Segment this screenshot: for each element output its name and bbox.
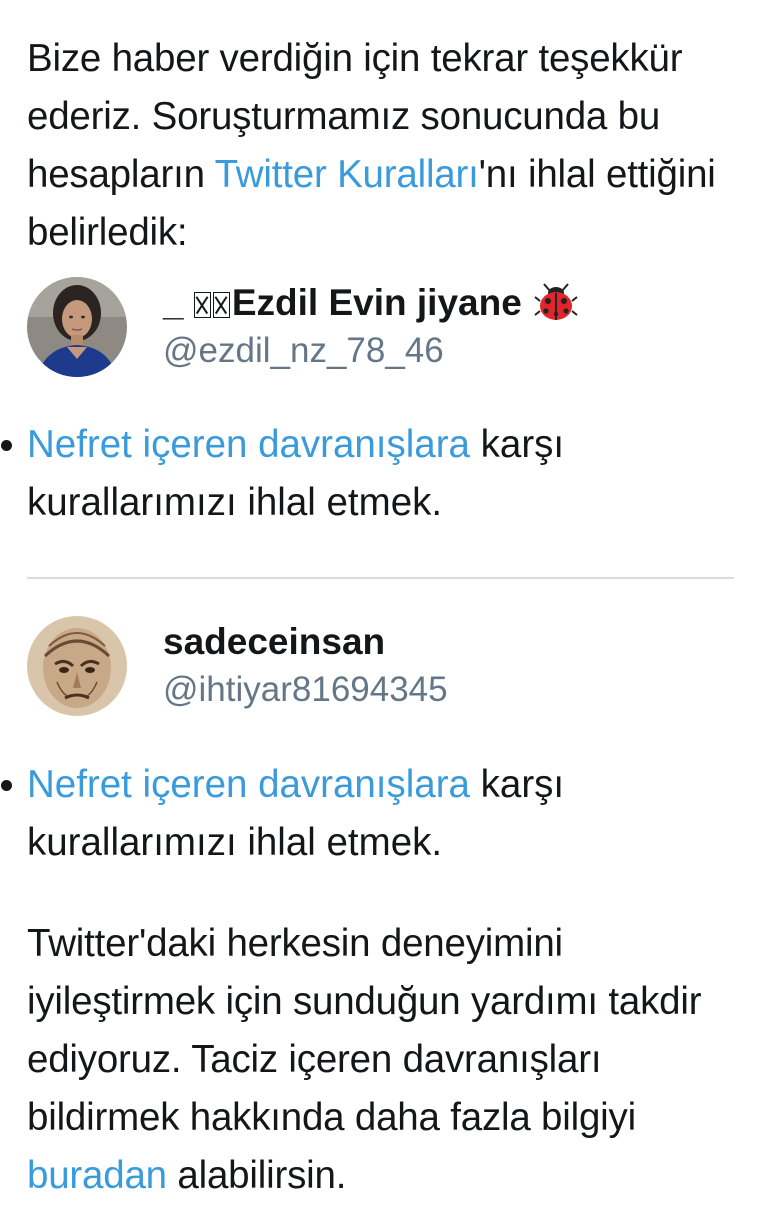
divider <box>27 577 734 579</box>
avatar[interactable] <box>27 277 127 377</box>
account-display-name[interactable]: _ Ezdil Evin jiyane <box>163 279 578 333</box>
reported-account-1[interactable]: _ Ezdil Evin jiyane @ezdil_nz_78_46 <box>27 277 727 381</box>
learn-more-link[interactable]: buradan <box>27 1154 167 1197</box>
hateful-conduct-link[interactable]: Nefret içeren davranışlara <box>27 763 470 806</box>
avatar[interactable] <box>27 616 127 716</box>
ladybug-icon <box>534 283 578 333</box>
closing-text: Twitter'daki herkesin deneyimini iyileşt… <box>27 922 702 1139</box>
avatar-photo-icon <box>27 277 127 377</box>
bullet-icon <box>1 440 12 451</box>
display-name-text: Ezdil Evin jiyane <box>231 282 522 323</box>
avatar-sketch-icon <box>27 616 127 716</box>
missing-glyph-icon <box>212 292 230 318</box>
violation-item-1: Nefret içeren davranışlara karşı kuralla… <box>1 416 727 532</box>
twitter-rules-link[interactable]: Twitter Kuralları <box>215 153 479 196</box>
account-handle[interactable]: @ezdil_nz_78_46 <box>163 327 444 375</box>
display-name-prefix: _ <box>163 282 194 323</box>
intro-paragraph: Bize haber verdiğin için tekrar teşekkür… <box>27 30 742 262</box>
account-handle[interactable]: @ihtiyar81694345 <box>163 666 448 714</box>
closing-paragraph: Twitter'daki herkesin deneyimini iyileşt… <box>27 915 742 1205</box>
account-display-name[interactable]: sadeceinsan <box>163 618 385 666</box>
reported-account-2[interactable]: sadeceinsan @ihtiyar81694345 <box>27 616 727 720</box>
violation-item-2: Nefret içeren davranışlara karşı kuralla… <box>1 756 727 872</box>
missing-glyph-icon <box>193 292 211 318</box>
closing-text-end: alabilirsin. <box>166 1154 347 1197</box>
bullet-icon <box>1 780 12 791</box>
hateful-conduct-link[interactable]: Nefret içeren davranışlara <box>27 423 470 466</box>
